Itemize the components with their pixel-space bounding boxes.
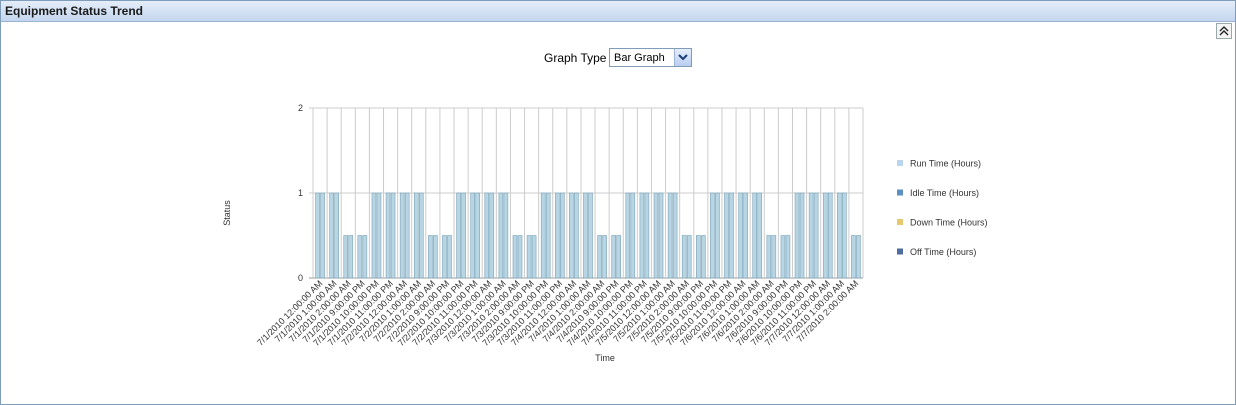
bar[interactable] <box>315 192 320 279</box>
legend-label: Down Time (Hours) <box>910 218 988 228</box>
bar[interactable] <box>517 235 523 279</box>
status-bar-chart: 012 7/1/2010 12:00:00 AM7/1/2010 1:00:00… <box>222 103 988 363</box>
bar[interactable] <box>404 192 410 279</box>
legend-label: Idle Time (Hours) <box>910 188 979 198</box>
bar[interactable] <box>357 235 363 279</box>
bar[interactable] <box>512 235 518 279</box>
bar[interactable] <box>559 192 565 279</box>
bar[interactable] <box>329 192 334 279</box>
bar[interactable] <box>738 192 743 279</box>
bar[interactable] <box>583 192 588 279</box>
bar[interactable] <box>724 192 729 279</box>
bar[interactable] <box>658 192 664 279</box>
bar[interactable] <box>644 192 650 279</box>
bar[interactable] <box>475 192 480 279</box>
bar[interactable] <box>390 192 396 279</box>
bar[interactable] <box>498 192 504 279</box>
bar[interactable] <box>588 192 593 279</box>
bar[interactable] <box>413 192 419 279</box>
bar[interactable] <box>362 235 368 279</box>
bar[interactable] <box>470 192 475 279</box>
y-tick-label: 0 <box>298 273 303 283</box>
bar[interactable] <box>489 192 495 279</box>
legend-swatch <box>897 248 903 255</box>
bar[interactable] <box>569 192 574 279</box>
bar[interactable] <box>442 235 447 279</box>
bar[interactable] <box>526 235 532 279</box>
legend-swatch <box>897 160 903 166</box>
bar[interactable] <box>433 235 438 279</box>
bar[interactable] <box>616 235 622 279</box>
bar[interactable] <box>611 235 617 279</box>
bar[interactable] <box>376 192 382 279</box>
bar[interactable] <box>597 235 602 279</box>
legend-label: Off Time (Hours) <box>910 247 976 257</box>
bar[interactable] <box>743 192 748 279</box>
bar[interactable] <box>794 192 800 279</box>
bar[interactable] <box>686 235 692 279</box>
bar[interactable] <box>484 192 490 279</box>
bar[interactable] <box>531 235 537 279</box>
bar[interactable] <box>385 192 391 279</box>
bar[interactable] <box>837 192 842 279</box>
bar[interactable] <box>701 235 706 279</box>
bar[interactable] <box>710 192 715 279</box>
bar[interactable] <box>554 192 560 279</box>
bar[interactable] <box>320 192 325 279</box>
bar[interactable] <box>799 192 805 279</box>
bar[interactable] <box>729 192 734 279</box>
y-axis-title: Status <box>222 200 232 226</box>
bar[interactable] <box>639 192 645 279</box>
bar[interactable] <box>456 192 461 279</box>
bar[interactable] <box>851 235 856 279</box>
bar[interactable] <box>428 235 433 279</box>
bar[interactable] <box>503 192 509 279</box>
bar[interactable] <box>653 192 659 279</box>
bar[interactable] <box>785 235 791 279</box>
bar[interactable] <box>334 192 339 279</box>
bar[interactable] <box>630 192 636 279</box>
bar[interactable] <box>696 235 701 279</box>
bar[interactable] <box>827 192 833 279</box>
bar[interactable] <box>667 192 673 279</box>
bar[interactable] <box>813 192 819 279</box>
bar[interactable] <box>681 235 687 279</box>
bar[interactable] <box>856 235 861 279</box>
bar[interactable] <box>752 192 758 279</box>
legend-label: Run Time (Hours) <box>910 159 981 169</box>
bar[interactable] <box>771 235 777 279</box>
bar[interactable] <box>715 192 720 279</box>
bar[interactable] <box>371 192 377 279</box>
bar[interactable] <box>766 235 772 279</box>
bar[interactable] <box>399 192 405 279</box>
bar[interactable] <box>757 192 763 279</box>
legend-swatch <box>897 189 903 196</box>
bar[interactable] <box>842 192 847 279</box>
bar[interactable] <box>822 192 828 279</box>
bar[interactable] <box>348 235 354 279</box>
bar[interactable] <box>808 192 814 279</box>
bar[interactable] <box>540 192 546 279</box>
bar[interactable] <box>447 235 452 279</box>
y-tick-label: 2 <box>298 103 303 113</box>
bar[interactable] <box>545 192 551 279</box>
chart-legend: Run Time (Hours) Idle Time (Hours) Down Ti… <box>897 159 988 257</box>
bar[interactable] <box>343 235 349 279</box>
x-axis-title: Time <box>595 353 615 363</box>
bar[interactable] <box>418 192 424 279</box>
bar[interactable] <box>672 192 678 279</box>
legend-swatch <box>897 219 903 225</box>
bar[interactable] <box>461 192 466 279</box>
bar[interactable] <box>602 235 607 279</box>
y-tick-label: 1 <box>298 188 303 198</box>
bar[interactable] <box>625 192 631 279</box>
bar[interactable] <box>780 235 786 279</box>
bar[interactable] <box>574 192 579 279</box>
